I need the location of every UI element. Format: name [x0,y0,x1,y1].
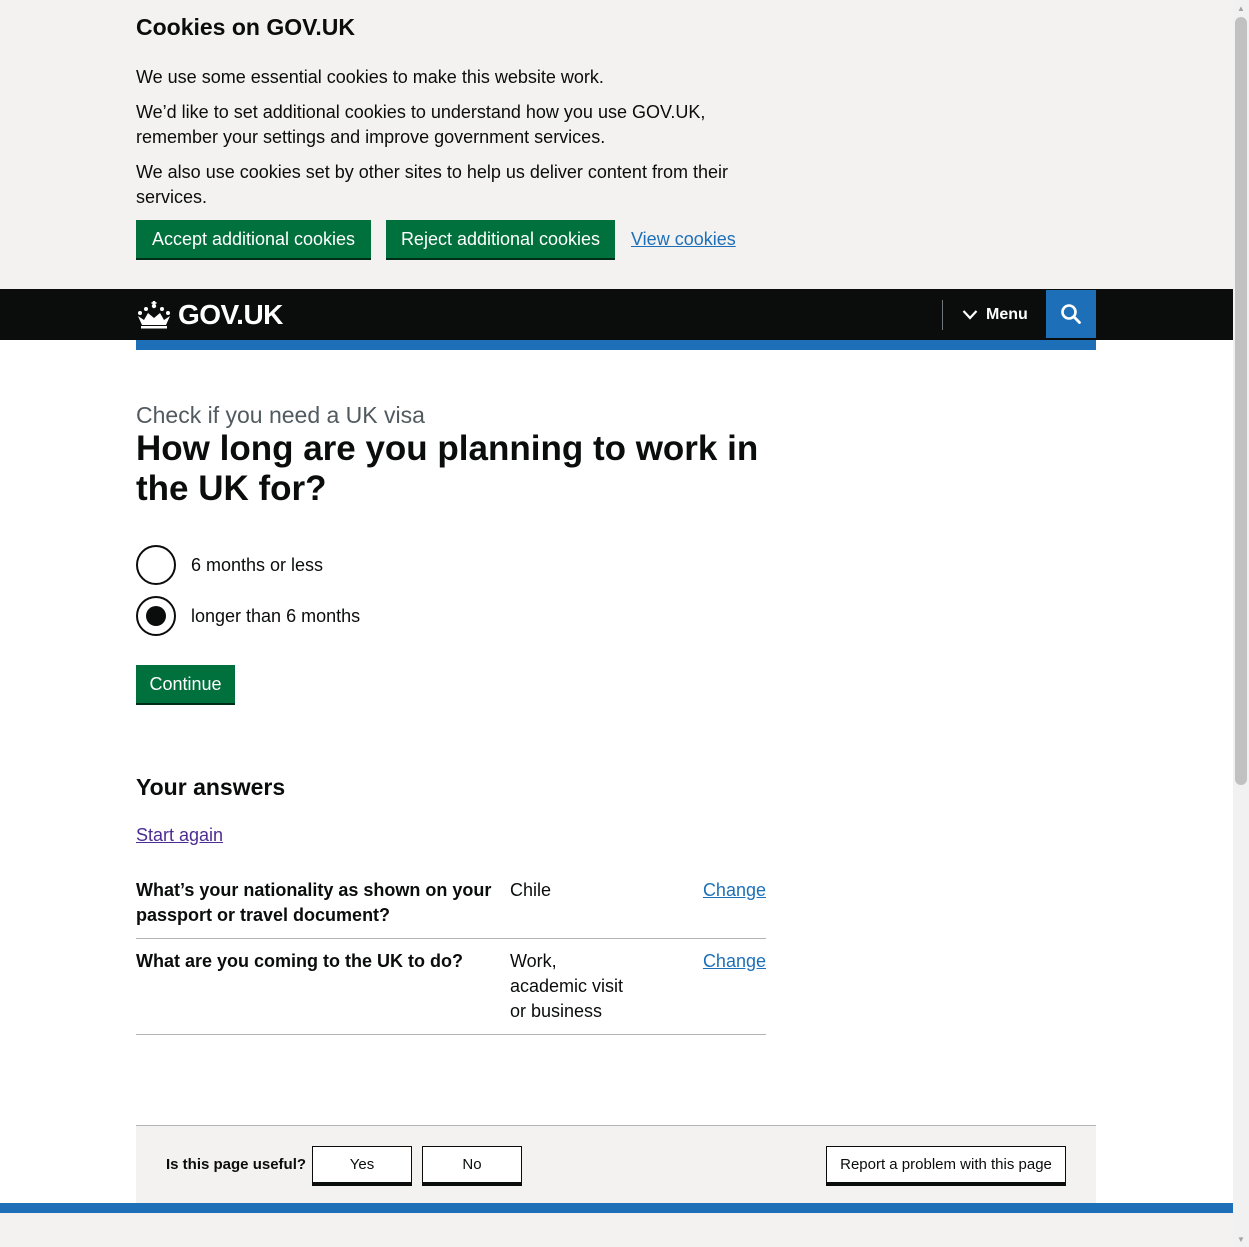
radio-label: 6 months or less [191,554,324,575]
menu-button[interactable]: Menu [962,301,1028,329]
radio-button-selected[interactable] [136,596,176,636]
menu-divider [942,300,943,330]
footer-blue-bar [0,1203,1233,1213]
cookie-text-third-party: We also use cookies set by other sites t… [136,162,728,207]
site-header: GOV.UK Menu [0,289,1233,340]
search-icon [1061,304,1081,324]
radio-label: longer than 6 months [191,605,361,626]
continue-button[interactable]: Continue [136,665,235,703]
change-link[interactable]: Change [703,949,766,974]
menu-label: Menu [986,306,1028,323]
start-again-link[interactable]: Start again [136,825,223,846]
answer-question: What’s your nationality as shown on your… [136,880,492,925]
cookie-text-essential: We use some essential cookies to make th… [136,67,604,87]
header-blue-bar [136,340,1096,350]
answer-value: Work, academic visit or business [510,951,624,1021]
accept-cookies-button[interactable]: Accept additional cookies [136,220,371,258]
footer [0,1213,1233,1247]
answer-row-nationality: What’s your nationality as shown on your… [136,878,766,939]
cookie-text-additional: We’d like to set additional cookies to u… [136,102,706,147]
cookie-banner-title: Cookies on GOV.UK [136,14,355,40]
feedback-panel: Is this page useful? Yes No Report a pro… [136,1125,1096,1204]
chevron-down-icon [962,310,978,320]
reject-cookies-button[interactable]: Reject additional cookies [386,220,615,258]
radio-option-6-months-or-less[interactable]: 6 months or less [136,545,556,585]
govuk-logo-link[interactable]: GOV.UK [136,299,283,330]
radio-button-unselected[interactable] [136,545,176,585]
change-link[interactable]: Change [703,878,766,903]
report-problem-button[interactable]: Report a problem with this page [826,1146,1066,1183]
answer-question: What are you coming to the UK to do? [136,951,463,971]
view-cookies-link[interactable]: View cookies [631,229,736,250]
scroll-up-arrow-icon[interactable]: ▲ [1233,0,1249,16]
radio-option-longer-than-6-months[interactable]: longer than 6 months [136,596,556,636]
crown-icon [138,301,170,329]
radio-selected-dot [146,606,166,626]
cookie-banner: Cookies on GOV.UK We use some essential … [0,0,1233,289]
feedback-no-button[interactable]: No [422,1146,522,1183]
answers-heading: Your answers [136,774,286,800]
logo-text: GOV.UK [178,299,283,330]
answer-value: Chile [510,880,552,900]
answer-row-purpose: What are you coming to the UK to do? Wor… [136,949,766,1035]
page-title: How long are you planning to work in the… [136,429,759,508]
page-caption: Check if you need a UK visa [136,402,425,428]
feedback-yes-button[interactable]: Yes [312,1146,412,1183]
scrollbar-thumb[interactable] [1235,17,1247,785]
search-button[interactable] [1046,290,1096,338]
feedback-question: Is this page useful? [166,1156,307,1173]
scroll-down-arrow-icon[interactable]: ▼ [1233,1231,1249,1247]
